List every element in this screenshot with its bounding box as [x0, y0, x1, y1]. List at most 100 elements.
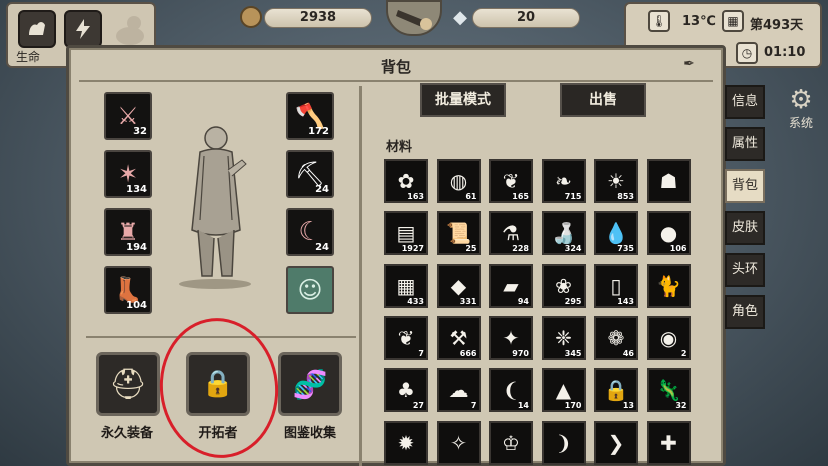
wings-icon: ❈ [555, 325, 572, 350]
tab-backpack[interactable]: 背包 [725, 169, 765, 203]
inventory-item[interactable]: ⚗ 228 [489, 211, 533, 256]
inventory-item[interactable]: ❁ 46 [594, 315, 638, 360]
thermometer-icon: 🌡 [648, 10, 670, 32]
inventory-item[interactable]: ❩ [541, 420, 586, 465]
inventory-item[interactable]: ❨ 14 [489, 368, 533, 413]
item-qty: 61 [465, 192, 477, 201]
mushroom-icon: ♣ [397, 378, 415, 403]
clock-icon: ◷ [736, 42, 758, 64]
batch-mode-button[interactable]: 批量模式 [420, 83, 506, 117]
inventory-item[interactable]: ✚ [646, 420, 691, 465]
sell-button[interactable]: 出售 [560, 83, 646, 117]
water-drop-icon: 💧 [603, 221, 629, 246]
item-qty: 7 [470, 401, 477, 411]
inventory-item[interactable]: ❀ 295 [541, 263, 586, 308]
collection-button[interactable]: 🧬 [278, 352, 342, 416]
tab-character[interactable]: 角色 [725, 295, 765, 329]
bone-icon: ✚ [660, 430, 677, 455]
potion-icon: ⚗ [502, 221, 520, 246]
system-button[interactable]: ⚙ 系统 [774, 86, 828, 134]
equip-slot-offhand[interactable]: ✶ 134 [104, 150, 152, 198]
feather-icon: ❀ [555, 273, 572, 298]
game-clock: 01:10 [764, 45, 806, 60]
inventory-item[interactable]: ● 106 [646, 211, 691, 256]
inventory-item[interactable]: ▯ 143 [594, 263, 638, 308]
equip-slot-companion[interactable]: ☺ [286, 266, 334, 314]
inventory-item[interactable]: ✦ 970 [489, 315, 533, 360]
equip-slot-axe[interactable]: 🪓 172 [286, 92, 334, 140]
item-qty: 2 [680, 348, 687, 358]
inventory-item[interactable]: 🐈 [646, 263, 691, 308]
materials-grid: ✿ 163 ◍ 61 ❦ 165 ❧ 715 ☀ 853 ☗ ▤ 1927 📜 25 ⚗ 228 🍶 324 💧 735… [384, 159, 694, 466]
bottle-icon: 🍶 [551, 221, 576, 246]
item-qty: 106 [669, 244, 687, 254]
inventory-item[interactable]: ✧ [436, 420, 481, 465]
inventory-item[interactable]: 🍶 324 [541, 211, 586, 256]
helmet-icon: ⛑ [108, 366, 148, 402]
item-qty: 853 [617, 192, 634, 201]
fur-icon: ☁ [448, 378, 469, 403]
energy-icon[interactable] [64, 10, 102, 48]
inventory-item[interactable]: 💧 735 [594, 211, 638, 256]
slot-qty: 24 [315, 184, 329, 195]
permanent-equipment-button[interactable]: ⛑ [96, 352, 160, 416]
item-qty: 324 [564, 244, 582, 254]
equip-slot-boots[interactable]: 👢 104 [104, 266, 152, 314]
permanent-equipment-label: 永久装备 [100, 426, 153, 441]
item-qty: 715 [564, 192, 582, 201]
close-quill-icon[interactable]: ✒ [667, 56, 711, 72]
inventory-item[interactable]: ⚒ 666 [436, 315, 481, 360]
tab-attributes[interactable]: 属性 [725, 127, 765, 161]
inventory-item[interactable]: ☗ [646, 159, 691, 203]
item-qty: 46 [622, 348, 634, 358]
inventory-item[interactable]: ▰ 94 [489, 263, 533, 308]
inventory-item[interactable]: ▲ 170 [541, 368, 586, 413]
cloth-icon: ▰ [503, 273, 519, 298]
inventory-item[interactable]: 🦎 32 [646, 368, 691, 413]
inventory-item[interactable]: 📜 25 [436, 211, 481, 256]
scroll-icon: 📜 [446, 221, 471, 246]
inventory-item[interactable]: ❦ 7 [384, 315, 428, 360]
dog-tags-icon: ▯ [610, 273, 622, 298]
gear-icon: ⚙ [789, 85, 813, 115]
inventory-item[interactable]: ❯ [594, 420, 638, 465]
inventory-item[interactable]: ◆ 331 [436, 263, 481, 308]
inventory-item[interactable]: ◉ 2 [646, 315, 691, 360]
strength-icon[interactable] [18, 10, 56, 48]
sand-pile-icon: ▲ [555, 378, 572, 403]
inventory-item[interactable]: 🔒 13 [594, 368, 638, 413]
lock-ore-icon: 🔒 [603, 378, 629, 403]
inventory-item[interactable]: ▤ 1927 [384, 211, 428, 256]
inventory-item[interactable]: ❦ 165 [489, 159, 533, 203]
inventory-item[interactable]: ☀ 853 [594, 159, 638, 203]
equip-slot-weapon[interactable]: ⚔ 32 [104, 92, 152, 140]
tab-halo[interactable]: 头环 [725, 253, 765, 287]
inventory-item[interactable]: ▦ 433 [384, 263, 428, 308]
system-label: 系统 [788, 116, 813, 130]
inventory-item[interactable]: ✿ 163 [384, 159, 428, 203]
tab-skins[interactable]: 皮肤 [725, 211, 765, 245]
inventory-item[interactable]: ♣ 27 [384, 368, 428, 413]
item-qty: 14 [517, 401, 529, 411]
inventory-item[interactable]: ❧ 715 [541, 159, 586, 203]
slot-qty: 104 [126, 300, 147, 311]
coin-icon [240, 6, 262, 28]
tab-info[interactable]: 信息 [725, 85, 765, 119]
equip-slot-armor[interactable]: ♜ 194 [104, 208, 152, 256]
inventory-item[interactable]: ❈ 345 [541, 315, 586, 360]
equip-slot-sickle[interactable]: ☾ 24 [286, 208, 334, 256]
inventory-item[interactable]: ♔ [489, 420, 533, 465]
center-emblem[interactable] [386, 0, 442, 36]
stone-bricks-icon: ▦ [396, 273, 416, 298]
diamond-icon: ◆ [453, 6, 467, 28]
inventory-item[interactable]: ✹ [384, 420, 428, 465]
lizard-icon: 🦎 [656, 378, 681, 403]
slot-qty: 134 [126, 184, 147, 195]
slot-qty: 32 [133, 126, 147, 137]
inventory-item[interactable]: ☁ 7 [436, 368, 481, 413]
item-qty: 32 [675, 401, 687, 411]
equip-slot-pickaxe[interactable]: ⛏ 24 [286, 150, 334, 198]
inventory-item[interactable]: ◍ 61 [436, 159, 481, 203]
tooth-icon: ❨ [502, 378, 520, 403]
coral-icon: ❦ [502, 169, 520, 193]
